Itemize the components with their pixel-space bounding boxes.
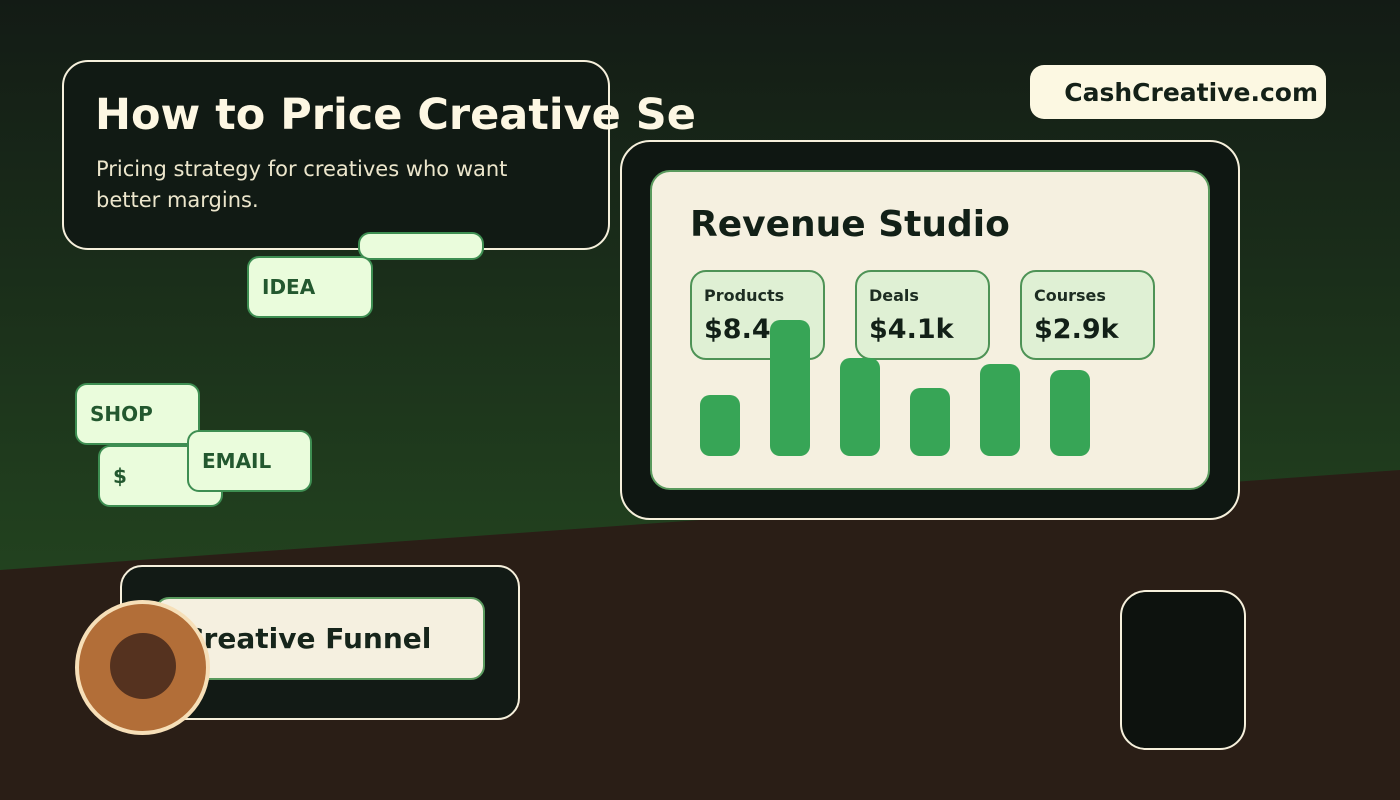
coin-center — [110, 633, 176, 699]
stat-value: $8.4 — [704, 314, 771, 345]
chart-bar — [700, 395, 740, 456]
tag-shop[interactable]: SHOP — [75, 383, 200, 445]
dashboard-title: Revenue Studio — [690, 204, 1010, 245]
brand-link[interactable]: CashCreative.com — [1030, 65, 1326, 119]
chart-bar — [910, 388, 950, 456]
stat-label: Products — [704, 286, 785, 305]
chart-bar — [980, 364, 1020, 456]
tag-idea[interactable]: IDEA — [247, 256, 373, 318]
chart-bar — [1050, 370, 1090, 456]
page-subtitle: Pricing strategy for creatives who want … — [96, 157, 508, 212]
chart-bar — [840, 358, 880, 456]
tag-idea-label: IDEA — [262, 275, 316, 299]
stat-value: $2.9k — [1034, 314, 1119, 345]
stat-label: Courses — [1034, 286, 1106, 305]
tag-shop-label: SHOP — [90, 402, 153, 426]
chart-bar — [770, 320, 810, 456]
stat-card-deals[interactable]: Deals $4.1k — [855, 270, 990, 360]
stat-value: $4.1k — [869, 314, 954, 345]
stat-card-courses[interactable]: Courses $2.9k — [1020, 270, 1155, 360]
tag-email[interactable]: EMAIL — [187, 430, 312, 492]
tag-money-label: $ — [113, 464, 127, 488]
page-title: How to Price Creative Se — [95, 90, 696, 140]
tag-email-label: EMAIL — [202, 449, 272, 473]
phone-device — [1120, 590, 1246, 750]
tag-partial — [358, 232, 484, 260]
brand-label: CashCreative.com — [1064, 77, 1318, 107]
funnel-label: Creative Funnel — [183, 622, 432, 655]
stat-label: Deals — [869, 286, 919, 305]
